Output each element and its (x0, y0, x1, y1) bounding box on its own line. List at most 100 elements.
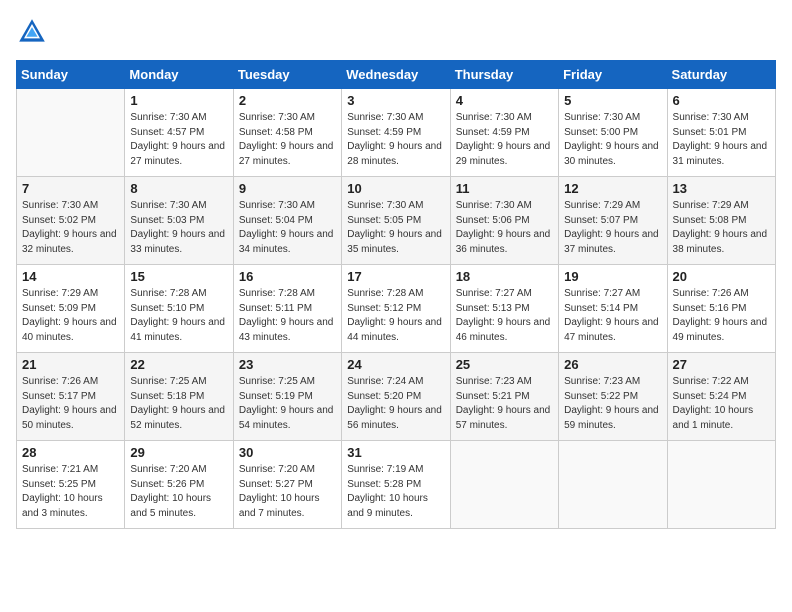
day-info: Sunrise: 7:30 AMSunset: 4:57 PMDaylight:… (130, 111, 227, 169)
day-number: 26 (564, 357, 661, 372)
day-info: Sunrise: 7:23 AMSunset: 5:21 PMDaylight:… (456, 375, 553, 433)
day-info: Sunrise: 7:29 AMSunset: 5:08 PMDaylight:… (673, 199, 770, 257)
col-header-friday: Friday (559, 61, 667, 89)
day-info: Sunrise: 7:30 AMSunset: 5:05 PMDaylight:… (347, 199, 444, 257)
day-number: 11 (456, 181, 553, 196)
day-number: 19 (564, 269, 661, 284)
day-number: 31 (347, 445, 444, 460)
day-info: Sunrise: 7:30 AMSunset: 5:02 PMDaylight:… (22, 199, 119, 257)
day-cell (667, 441, 775, 529)
day-cell: 5 Sunrise: 7:30 AMSunset: 5:00 PMDayligh… (559, 89, 667, 177)
day-cell: 21 Sunrise: 7:26 AMSunset: 5:17 PMDaylig… (17, 353, 125, 441)
day-info: Sunrise: 7:21 AMSunset: 5:25 PMDaylight:… (22, 463, 119, 521)
day-number: 6 (673, 93, 770, 108)
day-cell: 1 Sunrise: 7:30 AMSunset: 4:57 PMDayligh… (125, 89, 233, 177)
day-info: Sunrise: 7:30 AMSunset: 4:59 PMDaylight:… (456, 111, 553, 169)
day-number: 1 (130, 93, 227, 108)
day-cell: 20 Sunrise: 7:26 AMSunset: 5:16 PMDaylig… (667, 265, 775, 353)
day-info: Sunrise: 7:25 AMSunset: 5:18 PMDaylight:… (130, 375, 227, 433)
day-number: 5 (564, 93, 661, 108)
day-info: Sunrise: 7:26 AMSunset: 5:17 PMDaylight:… (22, 375, 119, 433)
day-cell: 19 Sunrise: 7:27 AMSunset: 5:14 PMDaylig… (559, 265, 667, 353)
day-cell (17, 89, 125, 177)
day-number: 13 (673, 181, 770, 196)
day-number: 24 (347, 357, 444, 372)
day-cell: 2 Sunrise: 7:30 AMSunset: 4:58 PMDayligh… (233, 89, 341, 177)
day-number: 27 (673, 357, 770, 372)
day-number: 29 (130, 445, 227, 460)
week-row-2: 7 Sunrise: 7:30 AMSunset: 5:02 PMDayligh… (17, 177, 776, 265)
day-cell: 4 Sunrise: 7:30 AMSunset: 4:59 PMDayligh… (450, 89, 558, 177)
day-info: Sunrise: 7:26 AMSunset: 5:16 PMDaylight:… (673, 287, 770, 345)
day-info: Sunrise: 7:30 AMSunset: 5:04 PMDaylight:… (239, 199, 336, 257)
day-number: 3 (347, 93, 444, 108)
day-cell: 12 Sunrise: 7:29 AMSunset: 5:07 PMDaylig… (559, 177, 667, 265)
day-info: Sunrise: 7:28 AMSunset: 5:10 PMDaylight:… (130, 287, 227, 345)
week-row-5: 28 Sunrise: 7:21 AMSunset: 5:25 PMDaylig… (17, 441, 776, 529)
day-number: 2 (239, 93, 336, 108)
day-number: 9 (239, 181, 336, 196)
day-info: Sunrise: 7:28 AMSunset: 5:11 PMDaylight:… (239, 287, 336, 345)
day-info: Sunrise: 7:30 AMSunset: 4:58 PMDaylight:… (239, 111, 336, 169)
day-info: Sunrise: 7:23 AMSunset: 5:22 PMDaylight:… (564, 375, 661, 433)
week-row-1: 1 Sunrise: 7:30 AMSunset: 4:57 PMDayligh… (17, 89, 776, 177)
day-number: 21 (22, 357, 119, 372)
day-info: Sunrise: 7:28 AMSunset: 5:12 PMDaylight:… (347, 287, 444, 345)
day-cell: 6 Sunrise: 7:30 AMSunset: 5:01 PMDayligh… (667, 89, 775, 177)
week-row-4: 21 Sunrise: 7:26 AMSunset: 5:17 PMDaylig… (17, 353, 776, 441)
day-number: 10 (347, 181, 444, 196)
col-header-saturday: Saturday (667, 61, 775, 89)
day-cell: 17 Sunrise: 7:28 AMSunset: 5:12 PMDaylig… (342, 265, 450, 353)
day-number: 18 (456, 269, 553, 284)
day-number: 4 (456, 93, 553, 108)
day-cell: 26 Sunrise: 7:23 AMSunset: 5:22 PMDaylig… (559, 353, 667, 441)
day-number: 30 (239, 445, 336, 460)
day-cell: 16 Sunrise: 7:28 AMSunset: 5:11 PMDaylig… (233, 265, 341, 353)
col-header-wednesday: Wednesday (342, 61, 450, 89)
day-number: 28 (22, 445, 119, 460)
day-number: 7 (22, 181, 119, 196)
logo (16, 16, 52, 48)
day-cell: 22 Sunrise: 7:25 AMSunset: 5:18 PMDaylig… (125, 353, 233, 441)
header-row: SundayMondayTuesdayWednesdayThursdayFrid… (17, 61, 776, 89)
day-number: 25 (456, 357, 553, 372)
day-number: 23 (239, 357, 336, 372)
day-info: Sunrise: 7:29 AMSunset: 5:09 PMDaylight:… (22, 287, 119, 345)
day-cell: 8 Sunrise: 7:30 AMSunset: 5:03 PMDayligh… (125, 177, 233, 265)
day-cell: 28 Sunrise: 7:21 AMSunset: 5:25 PMDaylig… (17, 441, 125, 529)
day-info: Sunrise: 7:30 AMSunset: 5:03 PMDaylight:… (130, 199, 227, 257)
day-number: 15 (130, 269, 227, 284)
day-cell: 11 Sunrise: 7:30 AMSunset: 5:06 PMDaylig… (450, 177, 558, 265)
day-number: 14 (22, 269, 119, 284)
day-info: Sunrise: 7:24 AMSunset: 5:20 PMDaylight:… (347, 375, 444, 433)
day-cell (450, 441, 558, 529)
day-cell: 10 Sunrise: 7:30 AMSunset: 5:05 PMDaylig… (342, 177, 450, 265)
day-number: 8 (130, 181, 227, 196)
week-row-3: 14 Sunrise: 7:29 AMSunset: 5:09 PMDaylig… (17, 265, 776, 353)
calendar-table: SundayMondayTuesdayWednesdayThursdayFrid… (16, 60, 776, 529)
day-info: Sunrise: 7:30 AMSunset: 4:59 PMDaylight:… (347, 111, 444, 169)
day-cell: 15 Sunrise: 7:28 AMSunset: 5:10 PMDaylig… (125, 265, 233, 353)
logo-icon (16, 16, 48, 48)
day-cell: 13 Sunrise: 7:29 AMSunset: 5:08 PMDaylig… (667, 177, 775, 265)
day-info: Sunrise: 7:22 AMSunset: 5:24 PMDaylight:… (673, 375, 770, 433)
day-info: Sunrise: 7:29 AMSunset: 5:07 PMDaylight:… (564, 199, 661, 257)
day-cell: 14 Sunrise: 7:29 AMSunset: 5:09 PMDaylig… (17, 265, 125, 353)
day-info: Sunrise: 7:25 AMSunset: 5:19 PMDaylight:… (239, 375, 336, 433)
day-cell: 27 Sunrise: 7:22 AMSunset: 5:24 PMDaylig… (667, 353, 775, 441)
day-cell: 7 Sunrise: 7:30 AMSunset: 5:02 PMDayligh… (17, 177, 125, 265)
day-number: 12 (564, 181, 661, 196)
day-info: Sunrise: 7:27 AMSunset: 5:13 PMDaylight:… (456, 287, 553, 345)
day-info: Sunrise: 7:20 AMSunset: 5:26 PMDaylight:… (130, 463, 227, 521)
col-header-sunday: Sunday (17, 61, 125, 89)
day-cell: 25 Sunrise: 7:23 AMSunset: 5:21 PMDaylig… (450, 353, 558, 441)
day-cell: 9 Sunrise: 7:30 AMSunset: 5:04 PMDayligh… (233, 177, 341, 265)
day-info: Sunrise: 7:20 AMSunset: 5:27 PMDaylight:… (239, 463, 336, 521)
col-header-tuesday: Tuesday (233, 61, 341, 89)
day-cell: 23 Sunrise: 7:25 AMSunset: 5:19 PMDaylig… (233, 353, 341, 441)
day-number: 16 (239, 269, 336, 284)
day-cell: 31 Sunrise: 7:19 AMSunset: 5:28 PMDaylig… (342, 441, 450, 529)
day-cell: 3 Sunrise: 7:30 AMSunset: 4:59 PMDayligh… (342, 89, 450, 177)
day-number: 22 (130, 357, 227, 372)
day-info: Sunrise: 7:30 AMSunset: 5:00 PMDaylight:… (564, 111, 661, 169)
